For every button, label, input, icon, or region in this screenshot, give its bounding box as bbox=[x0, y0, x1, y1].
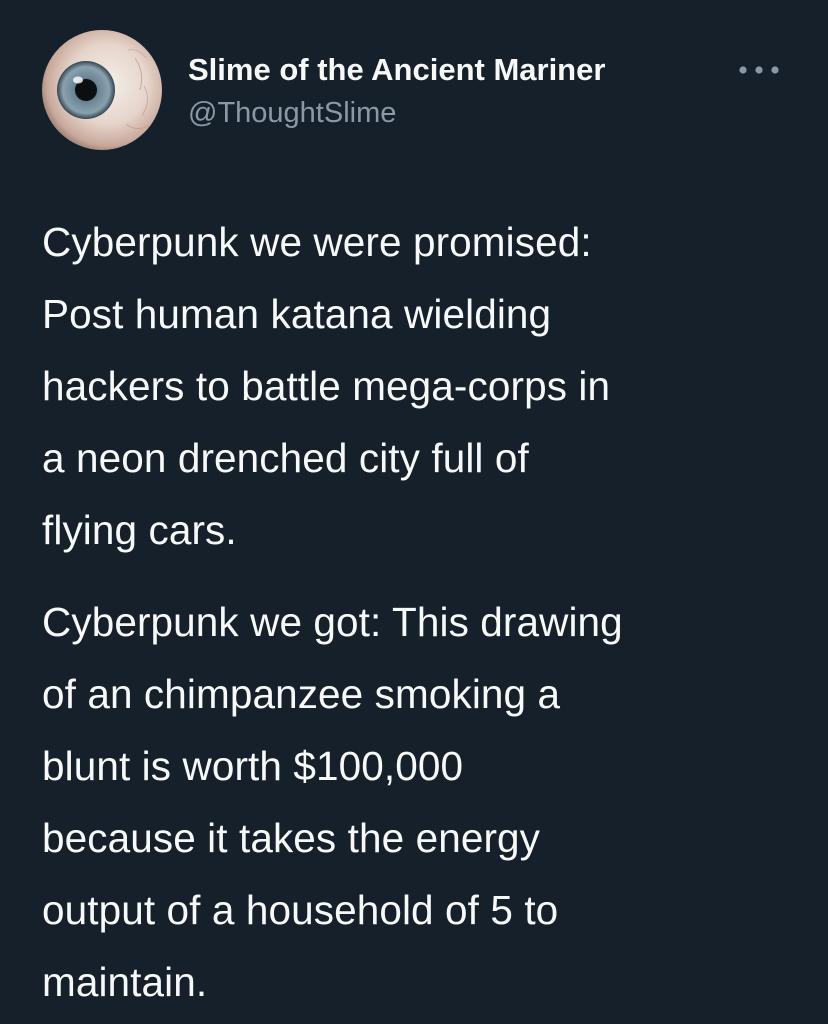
more-options-button[interactable] bbox=[726, 52, 792, 88]
tweet-paragraph-got: Cyberpunk we got: This drawing of an chi… bbox=[42, 599, 623, 1005]
author-display-name[interactable]: Slime of the Ancient Mariner bbox=[188, 52, 605, 88]
avatar[interactable] bbox=[40, 28, 164, 152]
eyeball-icon bbox=[40, 28, 164, 152]
tweet-card: Slime of the Ancient Mariner @ThoughtSli… bbox=[0, 0, 828, 1024]
more-options-icon bbox=[739, 66, 779, 74]
tweet-paragraph-promised: Cyberpunk we were promised: Post human k… bbox=[42, 219, 611, 553]
author-handle[interactable]: @ThoughtSlime bbox=[188, 97, 396, 130]
tweet-text: Cyberpunk we were promised: Post human k… bbox=[42, 206, 802, 1024]
